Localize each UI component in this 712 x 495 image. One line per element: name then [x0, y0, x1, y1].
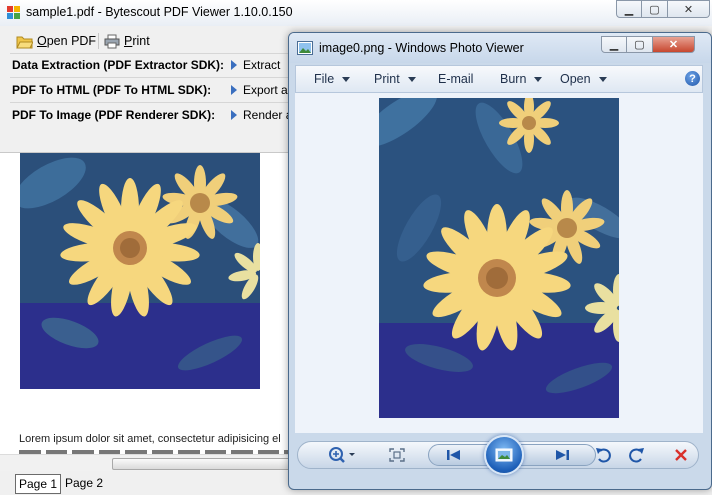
open-pdf-label: Open PDF	[37, 34, 97, 48]
menu-label: Open	[560, 72, 591, 86]
help-icon[interactable]: ?	[685, 71, 700, 86]
rotate-counterclockwise-button[interactable]	[593, 445, 615, 465]
chevron-down-icon	[598, 76, 607, 82]
slideshow-button[interactable]	[484, 435, 524, 475]
sdk-row-label: Data Extraction (PDF Extractor SDK):	[12, 58, 225, 72]
photo-viewer-titlebar[interactable]: image0.png - Windows Photo Viewer ▁ ▢ ✕	[289, 33, 711, 63]
photo-viewer-window: image0.png - Windows Photo Viewer ▁ ▢ ✕ …	[288, 32, 712, 490]
maximize-button[interactable]: ▢	[627, 36, 653, 53]
previous-button[interactable]	[443, 446, 465, 464]
menu-label: File	[314, 72, 335, 86]
menu-file[interactable]: File	[314, 72, 351, 86]
sdk-row-pdf-to-html: PDF To HTML (PDF To HTML SDK): Export as…	[12, 79, 302, 101]
menu-email[interactable]: E-mail	[438, 72, 473, 86]
menu-open[interactable]: Open	[560, 72, 607, 86]
minimize-button[interactable]: ▁	[616, 0, 642, 18]
close-icon: ✕	[683, 3, 694, 16]
previous-icon	[447, 450, 460, 460]
rotate-counterclockwise-icon	[596, 448, 611, 463]
open-folder-icon	[16, 36, 33, 48]
rotate-clockwise-button[interactable]	[625, 445, 647, 465]
photo-viewer-title: image0.png - Windows Photo Viewer	[319, 41, 524, 55]
play-arrow-icon[interactable]	[231, 60, 237, 70]
menu-print[interactable]: Print	[374, 72, 416, 86]
menu-label: E-mail	[438, 72, 474, 86]
minimize-icon: ▁	[609, 39, 619, 51]
photo-viewer-menubar: File Print E-mail Burn Open ?	[295, 65, 703, 93]
close-button[interactable]: ✕	[653, 36, 695, 53]
menu-label: Burn	[500, 72, 527, 86]
play-arrow-icon[interactable]	[231, 110, 237, 120]
print-label: Print	[124, 34, 150, 48]
play-arrow-icon[interactable]	[231, 85, 237, 95]
pdf-viewer-title: sample1.pdf - Bytescout PDF Viewer 1.10.…	[26, 5, 293, 19]
page-tabs: Page 1 Page 2	[0, 472, 290, 495]
pdf-viewer-titlebar[interactable]: sample1.pdf - Bytescout PDF Viewer 1.10.…	[0, 0, 712, 26]
extract-link[interactable]: Extract	[243, 58, 280, 72]
scrollbar-thumb[interactable]	[112, 458, 290, 470]
photo-window-controls: ▁ ▢ ✕	[601, 36, 695, 53]
printer-icon	[104, 34, 120, 48]
photo-canvas[interactable]	[295, 93, 703, 433]
close-button[interactable]: ✕	[668, 0, 710, 18]
actual-size-button[interactable]	[387, 446, 407, 464]
displayed-flower-image	[379, 98, 619, 418]
minimize-button[interactable]: ▁	[601, 36, 627, 53]
photo-viewer-controls	[295, 435, 703, 475]
pdf-body-text: Lorem ipsum dolor sit amet, consectetur …	[19, 433, 281, 445]
rotate-clockwise-icon	[629, 448, 644, 463]
horizontal-scrollbar[interactable]	[0, 454, 290, 471]
maximize-button[interactable]: ▢	[642, 0, 668, 18]
pdf-window-controls: ▁ ▢ ✕	[616, 0, 710, 18]
chevron-down-icon	[342, 76, 351, 82]
pdf-embedded-flower-image	[20, 153, 260, 389]
next-icon	[556, 450, 569, 460]
close-icon: ✕	[668, 39, 679, 51]
tab-page-1[interactable]: Page 1	[15, 474, 62, 494]
minimize-icon: ▁	[624, 3, 634, 16]
sdk-row-label: PDF To Image (PDF Renderer SDK):	[12, 108, 216, 122]
zoom-icon	[329, 447, 355, 463]
photo-viewer-app-icon	[297, 41, 313, 55]
sdk-row-pdf-to-image: PDF To Image (PDF Renderer SDK): Render …	[12, 104, 302, 126]
delete-icon	[675, 449, 687, 461]
pdf-document-view[interactable]: Lorem ipsum dolor sit amet, consectetur …	[0, 152, 290, 455]
menu-burn[interactable]: Burn	[500, 72, 543, 86]
actual-size-icon	[389, 448, 405, 462]
slideshow-icon	[495, 448, 513, 462]
tab-page-2[interactable]: Page 2	[62, 474, 106, 492]
toolbar-separator	[98, 33, 99, 49]
row-separator	[10, 77, 295, 78]
zoom-button[interactable]	[325, 446, 359, 464]
open-pdf-button[interactable]: Open PDF	[16, 32, 96, 50]
print-button[interactable]: Print	[104, 32, 150, 50]
maximize-icon: ▢	[634, 39, 645, 51]
chevron-down-icon	[407, 76, 416, 82]
sdk-row-data-extraction: Data Extraction (PDF Extractor SDK): Ext…	[12, 54, 302, 76]
maximize-icon: ▢	[649, 3, 660, 16]
menu-label: Print	[374, 72, 400, 86]
chevron-down-icon	[534, 76, 543, 82]
sdk-row-label: PDF To HTML (PDF To HTML SDK):	[12, 83, 212, 97]
next-button[interactable]	[551, 446, 573, 464]
delete-button[interactable]	[671, 445, 691, 465]
bytescout-app-icon	[7, 6, 20, 19]
row-separator	[10, 102, 295, 103]
